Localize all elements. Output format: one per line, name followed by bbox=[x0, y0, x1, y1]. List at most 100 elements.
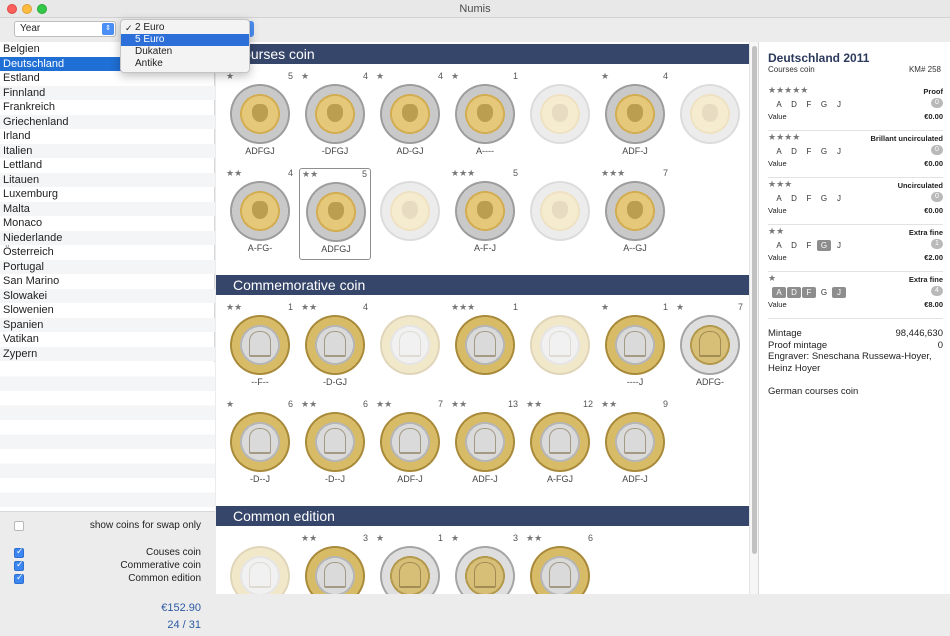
coin-kind-filter-row[interactable]: Commerative coin bbox=[0, 559, 215, 573]
country-list-item[interactable]: Niederlande bbox=[0, 230, 215, 245]
coin-cell[interactable] bbox=[674, 71, 746, 163]
country-list-item[interactable]: Portugal bbox=[0, 259, 215, 274]
coin-cell[interactable]: ★★ 13 ADF-J bbox=[449, 399, 521, 491]
coin-cell[interactable]: ★ 1 ----J bbox=[599, 302, 671, 394]
mint-mark-toggle[interactable]: A bbox=[772, 99, 786, 110]
mint-mark-toggle[interactable]: G bbox=[817, 146, 831, 157]
coin-image bbox=[605, 84, 665, 144]
coin-cell[interactable]: ★★ 12 A-FGJ bbox=[524, 399, 596, 491]
dropdown-item[interactable]: Dukaten bbox=[121, 46, 249, 58]
year-select[interactable]: Year ⇕ bbox=[14, 21, 116, 37]
mint-mark-toggle[interactable]: F bbox=[802, 193, 816, 204]
coin-cell[interactable]: ★ 7 ADFG- bbox=[674, 302, 746, 394]
coin-cell[interactable]: ★★ 6 bbox=[524, 533, 596, 594]
coin-cell[interactable] bbox=[524, 302, 596, 394]
coin-kind-filter-row[interactable]: Couses coin bbox=[0, 546, 215, 560]
country-list-item[interactable]: Monaco bbox=[0, 216, 215, 231]
mint-mark-toggle[interactable]: D bbox=[787, 193, 801, 204]
coin-cell[interactable]: ★ 4 -DFGJ bbox=[299, 71, 371, 163]
grade-stars-icon: ★★ bbox=[601, 399, 618, 409]
coin-cell[interactable] bbox=[374, 302, 446, 394]
mint-mark-toggle[interactable]: D bbox=[787, 240, 801, 251]
mint-mark-toggle[interactable]: J bbox=[832, 99, 846, 110]
coin-cell[interactable]: ★ 4 ADF-J bbox=[599, 71, 671, 163]
country-list-item[interactable]: Litauen bbox=[0, 172, 215, 187]
country-list-item[interactable]: San Marino bbox=[0, 274, 215, 289]
coin-cell[interactable]: ★ 1 bbox=[374, 533, 446, 594]
mint-mark-toggle[interactable]: A bbox=[772, 193, 786, 204]
country-list-item[interactable]: Slowenien bbox=[0, 303, 215, 318]
mint-mark-toggle[interactable]: D bbox=[787, 146, 801, 157]
coin-type-dropdown-menu: ✓ 2 Euro 5 Euro Dukaten Antike bbox=[120, 19, 250, 73]
country-list-item[interactable]: Griechenland bbox=[0, 114, 215, 129]
coin-cell[interactable]: ★ 4 AD-GJ bbox=[374, 71, 446, 163]
country-list-item[interactable]: Frankreich bbox=[0, 100, 215, 115]
mint-mark-toggle[interactable]: G bbox=[817, 193, 831, 204]
dropdown-item[interactable]: ✓ 2 Euro bbox=[121, 22, 249, 34]
country-list-item[interactable]: Luxemburg bbox=[0, 187, 215, 202]
swap-only-checkbox[interactable] bbox=[14, 521, 24, 531]
swap-filter-row[interactable]: show coins for swap only bbox=[0, 518, 215, 532]
coin-kind-checkbox[interactable] bbox=[14, 559, 24, 571]
country-list-item[interactable]: Zypern bbox=[0, 346, 215, 361]
mint-mark-toggle[interactable]: J bbox=[832, 193, 846, 204]
coin-cell[interactable]: ★★★ 7 A--GJ bbox=[599, 168, 671, 260]
coin-cell[interactable]: ★★ 3 bbox=[299, 533, 371, 594]
coin-kind-checkbox[interactable] bbox=[14, 546, 24, 558]
coin-cell[interactable]: ★★ 4 A-FG- bbox=[224, 168, 296, 260]
coin-note: German courses coin bbox=[768, 386, 859, 397]
mint-mark-toggle[interactable]: D bbox=[787, 287, 801, 298]
mint-mark-toggle[interactable]: J bbox=[832, 146, 846, 157]
mint-mark-toggle[interactable]: F bbox=[802, 99, 816, 110]
mint-mark-toggle[interactable]: F bbox=[802, 287, 816, 298]
mint-mark-toggle[interactable]: G bbox=[817, 287, 831, 298]
country-list-item[interactable]: Estland bbox=[0, 71, 215, 86]
coin-cell[interactable]: ★ 3 bbox=[449, 533, 521, 594]
detail-km-number: KM# 258 bbox=[908, 65, 941, 74]
coin-cell[interactable]: ★★ 9 ADF-J bbox=[599, 399, 671, 491]
coin-cell[interactable] bbox=[524, 71, 596, 163]
mint-mark-toggle[interactable]: G bbox=[817, 99, 831, 110]
country-list-item[interactable]: Finnland bbox=[0, 85, 215, 100]
mint-mark-toggle[interactable]: F bbox=[802, 240, 816, 251]
coin-count-label: 5 bbox=[287, 71, 293, 81]
mint-mark-toggle[interactable]: A bbox=[772, 146, 786, 157]
mint-mark-toggle[interactable]: J bbox=[832, 287, 846, 298]
coin-cell[interactable]: ★ 6 -D--J bbox=[224, 399, 296, 491]
country-list-item[interactable]: Lettland bbox=[0, 158, 215, 173]
coin-cell[interactable] bbox=[524, 168, 596, 260]
mint-mark-toggle[interactable]: G bbox=[817, 240, 831, 251]
coin-cell[interactable]: ★★ 4 -D-GJ bbox=[299, 302, 371, 394]
coin-cell[interactable]: ★★ 6 -D--J bbox=[299, 399, 371, 491]
dropdown-item[interactable]: Antike bbox=[121, 58, 249, 70]
coin-cell[interactable] bbox=[224, 533, 296, 594]
country-list-item[interactable]: Malta bbox=[0, 201, 215, 216]
mint-mark-toggle[interactable]: A bbox=[772, 287, 786, 298]
mint-mark-toggle[interactable]: D bbox=[787, 99, 801, 110]
mint-mark-toggle[interactable]: J bbox=[832, 240, 846, 251]
country-list-item[interactable]: Spanien bbox=[0, 317, 215, 332]
value-label: Value bbox=[768, 112, 787, 121]
country-list-item[interactable]: Italien bbox=[0, 143, 215, 158]
coin-kind-checkbox[interactable] bbox=[14, 572, 24, 584]
coin-cell[interactable]: ★★★ 5 A-F-J bbox=[449, 168, 521, 260]
country-list-item[interactable]: Irland bbox=[0, 129, 215, 144]
coin-cell[interactable]: ★★ 7 ADF-J bbox=[374, 399, 446, 491]
coin-image bbox=[380, 84, 440, 144]
country-list-item[interactable]: Vatikan bbox=[0, 332, 215, 347]
coin-kind-filter-row[interactable]: Common edition bbox=[0, 572, 215, 586]
mint-mark-toggle[interactable]: F bbox=[802, 146, 816, 157]
country-list-item[interactable]: Österreich bbox=[0, 245, 215, 260]
coin-cell[interactable] bbox=[374, 168, 446, 260]
coin-cell[interactable]: ★★★ 1 bbox=[449, 302, 521, 394]
coin-grid-scrollbar[interactable] bbox=[749, 42, 758, 594]
coin-cell[interactable]: ★ 1 A---- bbox=[449, 71, 521, 163]
mint-code-label: A---- bbox=[476, 146, 494, 156]
coin-cell[interactable]: ★★ 1 --F-- bbox=[224, 302, 296, 394]
country-list-item[interactable]: Slowakei bbox=[0, 288, 215, 303]
mint-mark-toggle[interactable]: A bbox=[772, 240, 786, 251]
dropdown-item[interactable]: 5 Euro bbox=[121, 34, 249, 46]
coin-cell[interactable]: ★ 5 ADFGJ bbox=[224, 71, 296, 163]
scrollbar-thumb[interactable] bbox=[752, 46, 757, 554]
coin-cell[interactable]: ★★ 5 ADFGJ bbox=[299, 168, 371, 260]
